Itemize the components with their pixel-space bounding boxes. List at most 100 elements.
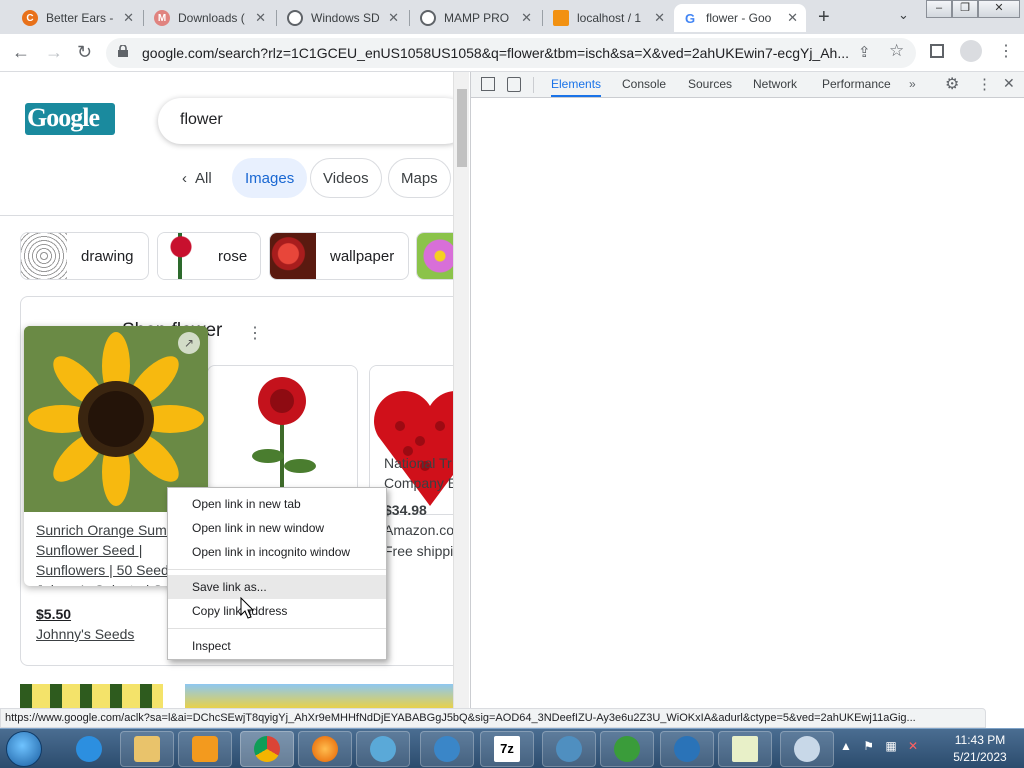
tab-better-ears[interactable]: C Better Ears - ✕ — [14, 4, 142, 32]
tab-title: flower - Goo — [706, 11, 772, 25]
tab-windows-sdk[interactable]: Windows SD ✕ — [279, 4, 407, 32]
media-player-icon[interactable] — [178, 731, 232, 767]
product-shipping: Free shippin — [384, 543, 462, 559]
google-favicon-icon: G — [682, 10, 698, 26]
tab-strip: C Better Ears - ✕ M Downloads ( ✕ Window… — [0, 0, 1024, 34]
suggestion-more[interactable] — [416, 232, 453, 280]
close-tab-icon[interactable]: ✕ — [521, 10, 532, 26]
mysql-dolphin-icon[interactable] — [542, 731, 596, 767]
clock-time: 11:43 PM — [954, 733, 1006, 747]
tab-title: Windows SD — [311, 11, 380, 25]
chrome-icon[interactable] — [240, 731, 294, 767]
search-query-text: flower — [180, 111, 223, 128]
globe-icon — [287, 10, 303, 26]
lock-icon — [118, 45, 128, 57]
image-result-thumb[interactable] — [185, 684, 453, 708]
profile-avatar-icon[interactable] — [960, 40, 982, 62]
open-external-icon[interactable]: ↗ — [178, 332, 200, 354]
search-input[interactable]: flower — [158, 98, 453, 144]
inspect-element-icon[interactable] — [481, 77, 495, 91]
tab-downloads[interactable]: M Downloads ( ✕ — [146, 4, 274, 32]
filter-videos[interactable]: Videos — [310, 158, 382, 198]
menu-save-link-as[interactable]: Save link as... — [168, 575, 386, 599]
volume-muted-icon[interactable]: ✕ — [908, 739, 918, 753]
firefox-icon[interactable] — [298, 731, 352, 767]
close-tab-icon[interactable]: ✕ — [787, 10, 798, 26]
browser-toolbar: ← → ↻ google.com/search?rlz=1C1GCEU_enUS… — [0, 34, 1024, 72]
kebab-menu-icon[interactable]: ⋮ — [998, 41, 1014, 61]
devtools-panel: Elements Console Sources Network Perform… — [470, 72, 1024, 708]
image-result-thumb[interactable] — [20, 684, 163, 708]
suggestion-drawing[interactable]: drawing — [20, 232, 149, 280]
suggestion-rose[interactable]: rose — [157, 232, 261, 280]
filter-images[interactable]: Images — [232, 158, 308, 198]
devtools-tab-console[interactable]: Console — [622, 77, 666, 91]
menu-copy-link-address[interactable]: Copy link address — [168, 599, 386, 623]
filter-all[interactable]: ‹ All — [170, 158, 224, 198]
forward-icon[interactable]: → — [45, 42, 63, 63]
menu-open-new-tab[interactable]: Open link in new tab — [168, 492, 386, 516]
notepad-icon[interactable] — [718, 731, 772, 767]
mouse-cursor-icon — [240, 597, 255, 619]
dolphin-app-icon[interactable] — [356, 731, 410, 767]
suggestion-thumbnail — [21, 233, 67, 279]
devtools-tab-performance[interactable]: Performance — [822, 77, 891, 91]
close-tab-icon[interactable]: ✕ — [123, 10, 134, 26]
download-manager-icon[interactable] — [600, 731, 654, 767]
product-title-national-tree[interactable]: National Tr Company E — [384, 453, 457, 493]
app-icon[interactable] — [780, 731, 834, 767]
share-icon[interactable]: ⇪ — [858, 43, 871, 61]
side-panel-icon[interactable] — [930, 44, 944, 58]
more-options-icon[interactable]: ⋮ — [247, 323, 263, 343]
phpmyadmin-icon — [553, 10, 569, 26]
devtools-toolbar: Elements Console Sources Network Perform… — [471, 72, 1024, 98]
menu-open-new-window[interactable]: Open link in new window — [168, 516, 386, 540]
flag-icon[interactable]: ⚑ — [863, 739, 874, 753]
more-tabs-chevron-icon[interactable]: » — [909, 77, 916, 91]
start-button-icon[interactable] — [6, 731, 42, 767]
ie-icon[interactable] — [62, 731, 116, 767]
new-tab-icon[interactable]: + — [818, 6, 830, 29]
device-toolbar-icon[interactable] — [507, 77, 521, 92]
minimize-icon[interactable]: – — [926, 0, 952, 18]
product-store[interactable]: Johnny's Seeds — [36, 626, 134, 642]
devtools-tab-sources[interactable]: Sources — [688, 77, 732, 91]
tab-localhost[interactable]: localhost / 1 ✕ — [545, 4, 673, 32]
settings-gear-icon[interactable]: ⚙ — [945, 74, 959, 94]
tray-expand-icon[interactable]: ▲ — [840, 739, 852, 753]
close-tab-icon[interactable]: ✕ — [255, 10, 266, 26]
tab-search-chevron-icon[interactable]: ⌄ — [898, 7, 909, 23]
system-clock[interactable]: 11:43 PM 5/21/2023 — [940, 732, 1020, 766]
close-devtools-icon[interactable]: ✕ — [1003, 75, 1015, 92]
back-icon[interactable]: ← — [12, 42, 30, 63]
restore-icon[interactable]: ❐ — [952, 0, 978, 18]
network-tray-icon[interactable]: ▦ — [885, 739, 896, 753]
close-tab-icon[interactable]: ✕ — [654, 10, 665, 26]
menu-open-incognito[interactable]: Open link in incognito window — [168, 540, 386, 564]
menu-separator — [168, 569, 386, 570]
close-tab-icon[interactable]: ✕ — [388, 10, 399, 26]
tab-mamp-pro[interactable]: MAMP PRO ✕ — [412, 4, 540, 32]
google-doodle-logo[interactable]: Google — [25, 103, 115, 135]
suggestion-thumbnail — [417, 233, 453, 279]
explorer-icon[interactable] — [120, 731, 174, 767]
network-globe-icon[interactable] — [420, 731, 474, 767]
suggestion-wallpaper[interactable]: wallpaper — [269, 232, 409, 280]
sync-tool-icon[interactable] — [660, 731, 714, 767]
bookmark-star-icon[interactable]: ☆ — [889, 41, 904, 61]
7zip-icon[interactable]: 7z — [480, 731, 534, 767]
devtools-tab-elements[interactable]: Elements — [551, 77, 602, 97]
address-bar[interactable]: google.com/search?rlz=1C1GCEU_enUS1058US… — [106, 38, 916, 68]
devtools-tab-network[interactable]: Network — [753, 77, 797, 91]
filter-maps[interactable]: Maps — [388, 158, 451, 198]
devtools-menu-icon[interactable]: ⋮ — [977, 75, 992, 93]
scrollbar-thumb[interactable] — [457, 89, 467, 167]
page-scrollbar[interactable] — [453, 72, 469, 708]
globe-icon — [420, 10, 436, 26]
close-window-icon[interactable]: ✕ — [978, 0, 1020, 18]
reload-icon[interactable]: ↻ — [77, 42, 92, 63]
tab-favicon-icon: C — [22, 10, 38, 26]
search-filter-bar: ‹ All Images Videos Maps — [0, 158, 453, 198]
tab-flower-google[interactable]: G flower - Goo ✕ — [674, 4, 806, 32]
menu-inspect[interactable]: Inspect — [168, 634, 386, 658]
